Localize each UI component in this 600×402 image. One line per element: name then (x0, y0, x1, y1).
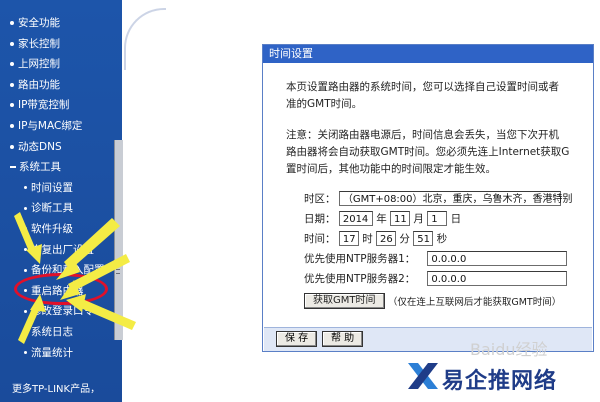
time-settings-panel: 时间设置 本页设置路由器的系统时间，您可以选择自己设置时间或者 准的GMT时间。… (262, 44, 594, 352)
ntp1-label: 优先使用NTP服务器1： (304, 253, 416, 265)
panel-body: 本页设置路由器的系统时间，您可以选择自己设置时间或者 准的GMT时间。 注意：关… (264, 64, 592, 326)
get-gmt-time-button[interactable]: 获取GMT时间 (304, 293, 385, 309)
month-unit: 月 (413, 213, 424, 225)
minute-unit: 分 (399, 233, 410, 245)
logo-x-icon (408, 363, 438, 389)
day-input[interactable]: 1 (427, 211, 448, 226)
timezone-select[interactable]: （GMT+08:00）北京，重庆，乌鲁木齐，香港特别 (338, 191, 573, 206)
year-unit: 年 (376, 213, 387, 225)
year-input[interactable]: 2014 (338, 211, 373, 226)
note-line-3: 置时间后，其他功能中的时间限定才能生效。 (286, 163, 496, 175)
panel-title: 时间设置 (263, 45, 593, 63)
date-label: 日期： (304, 213, 336, 225)
ntp2-label: 优先使用NTP服务器2： (304, 273, 416, 285)
ntp2-row: 优先使用NTP服务器2： 0.0.0.0 (304, 271, 568, 289)
arrow-5-head (30, 294, 46, 312)
minute-input[interactable]: 26 (376, 231, 397, 246)
date-row: 日期： 2014 年 11 月 1 日 (304, 211, 461, 229)
gmt-row: 获取GMT时间 （仅在连上互联网后才能获取GMT时间） (304, 293, 561, 311)
hour-unit: 时 (362, 233, 373, 245)
month-input[interactable]: 11 (390, 211, 411, 226)
time-label: 时间： (304, 233, 336, 245)
second-unit: 秒 (436, 233, 448, 245)
description-line-2: 准的GMT时间。 (286, 98, 363, 110)
description-line-1: 本页设置路由器的系统时间，您可以选择自己设置时间或者 (286, 81, 559, 93)
timezone-row: 时区： （GMT+08:00）北京，重庆，乌鲁木齐，香港特别 (304, 191, 573, 209)
site-logo: 易企推网络 (404, 357, 594, 397)
ntp1-input[interactable]: 0.0.0.0 (427, 251, 568, 266)
get-gmt-hint: （仅在连上互联网后才能获取GMT时间） (387, 297, 562, 308)
day-unit: 日 (450, 213, 462, 225)
help-button[interactable]: 帮 助 (322, 331, 364, 347)
hour-input[interactable]: 17 (338, 231, 359, 246)
second-input[interactable]: 51 (413, 231, 434, 246)
logo-text: 易企推网络 (442, 369, 558, 394)
ntp1-row: 优先使用NTP服务器1： 0.0.0.0 (304, 251, 568, 269)
note-line-2: 路由器将会自动获取GMT时间。您必须先连上Internet获取G (286, 146, 570, 158)
note-line-1: 注意：关闭路由器电源后，时间信息会丢失，当您下次开机 (286, 129, 559, 141)
time-row: 时间： 17 时 26 分 51 秒 (304, 231, 447, 249)
arrow-3 (76, 298, 136, 330)
save-button[interactable]: 保 存 (276, 331, 318, 347)
timezone-label: 时区： (304, 193, 336, 205)
ntp2-input[interactable]: 0.0.0.0 (427, 271, 568, 286)
